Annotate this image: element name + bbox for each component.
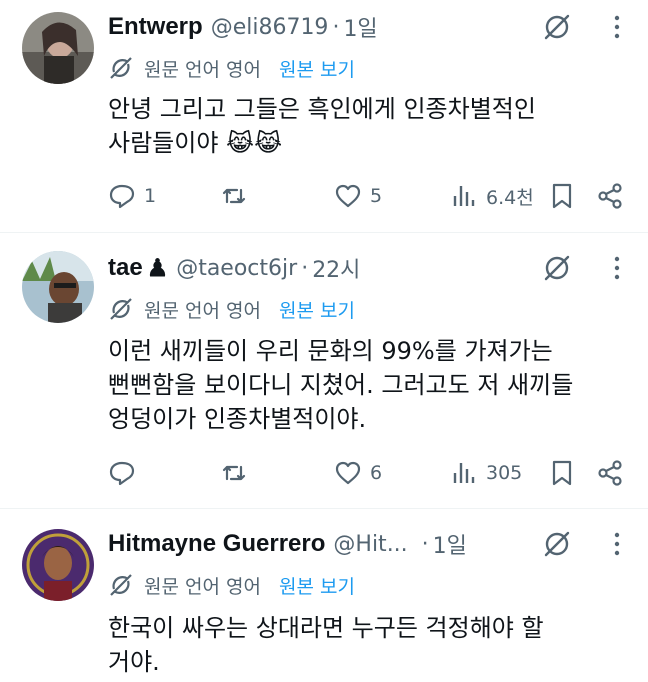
more-icon[interactable] [612,12,622,42]
tweet-2[interactable]: tae ♟ @taeoct6jr · 22시 원문 언어 영어 원본 보기 이런… [0,233,648,505]
user-handle[interactable]: @eli86719 [211,15,329,40]
show-original-link[interactable]: 원본 보기 [279,55,355,82]
bookmark-icon [552,183,572,209]
more-icon[interactable] [612,529,622,559]
tweet-1[interactable]: Entwerp @eli86719 · 1일 원문 언어 영어 원본 보기 안녕… [0,0,648,230]
share-button[interactable] [596,455,624,491]
timestamp[interactable]: 1일 [433,528,467,560]
display-name[interactable]: tae [108,254,143,282]
views-button[interactable]: 6.4천 [450,178,534,214]
like-button[interactable]: 6 [334,455,382,491]
tweet-text-line: 거야. [108,648,160,676]
tweet-text-line: 이런 새끼들이 우리 문화의 99%를 가져가는 [108,337,553,365]
more-icon[interactable] [612,253,622,283]
translation-label: 원문 언어 영어 [144,58,261,81]
tweet-header: Entwerp @eli86719 · 1일 [108,10,378,44]
views-icon [453,463,475,483]
grok-icon[interactable] [542,253,572,283]
avatar[interactable] [22,529,94,601]
reply-icon [109,461,135,486]
retweet-button[interactable] [220,455,256,491]
action-bar: 1 5 6.4천 [108,178,628,214]
separator-dot: · [421,531,429,557]
display-name[interactable]: Hitmayne Guerrero [108,530,325,558]
tweet-header: tae ♟ @taeoct6jr · 22시 [108,251,360,285]
like-icon [335,184,361,208]
translation-label: 원문 언어 영어 [144,299,261,322]
user-handle[interactable]: @taeoct6jr [176,256,297,281]
tweet-text: 한국이 싸우는 상대라면 누구든 걱정해야 할 거야. [108,611,628,679]
grok-icon[interactable] [542,529,572,559]
action-bar: 6 305 [108,455,628,491]
show-original-link[interactable]: 원본 보기 [279,296,355,323]
like-icon [335,461,361,485]
translation-row: 원문 언어 영어 원본 보기 [108,53,355,83]
grok-icon[interactable] [542,12,572,42]
share-button[interactable] [596,178,624,214]
tweet-text-line: 안녕 그리고 그들은 흑인에게 인종차별적인 [108,95,536,123]
translate-icon [110,57,132,79]
show-original-link[interactable]: 원본 보기 [279,572,355,599]
views-count: 6.4천 [486,186,534,209]
share-icon [598,183,622,209]
bookmark-button[interactable] [548,455,576,491]
separator-dot: · [332,14,340,40]
tweet-3[interactable]: Hitmayne Guerrero @Hit... · 1일 원문 언어 영어 … [0,509,648,682]
avatar[interactable] [22,251,94,323]
reply-button[interactable] [108,455,144,491]
translation-label: 원문 언어 영어 [144,575,261,598]
timestamp[interactable]: 22시 [312,252,360,284]
tweet-text-line: 한국이 싸우는 상대라면 누구든 걱정해야 할 [108,614,544,642]
views-button[interactable]: 305 [450,455,522,491]
chess-pawn-icon: ♟ [146,254,169,282]
tweet-text: 안녕 그리고 그들은 흑인에게 인종차별적인 사람들이야 😹😹 [108,92,628,160]
reply-button[interactable]: 1 [108,178,156,214]
like-count: 6 [370,462,383,484]
retweet-icon [222,465,246,481]
reply-count: 1 [144,185,157,207]
reply-icon [109,184,135,209]
retweet-icon [222,188,246,204]
views-icon [453,186,475,206]
translate-icon [110,298,132,320]
tweet-text-line: 뻔뻔함을 보이다니 지쳤어. 그러고도 저 새끼들 [108,371,574,399]
like-count: 5 [370,185,383,207]
translation-row: 원문 언어 영어 원본 보기 [108,570,355,600]
retweet-button[interactable] [220,178,256,214]
like-button[interactable]: 5 [334,178,382,214]
tweet-text-line: 사람들이야 😹😹 [108,129,283,157]
tweet-text: 이런 새끼들이 우리 문화의 99%를 가져가는 뻔뻔함을 보이다니 지쳤어. … [108,334,628,436]
separator-dot: · [301,255,309,281]
user-handle[interactable]: @Hit... [333,532,407,557]
display-name[interactable]: Entwerp [108,13,203,41]
timestamp[interactable]: 1일 [343,11,377,43]
views-count: 305 [486,462,523,484]
share-icon [598,460,622,486]
bookmark-icon [552,460,572,486]
bookmark-button[interactable] [548,178,576,214]
translation-row: 원문 언어 영어 원본 보기 [108,294,355,324]
translate-icon [110,574,132,596]
avatar[interactable] [22,12,94,84]
tweet-header: Hitmayne Guerrero @Hit... · 1일 [108,527,467,561]
tweet-text-line: 엉덩이가 인종차별적이야. [108,405,367,433]
